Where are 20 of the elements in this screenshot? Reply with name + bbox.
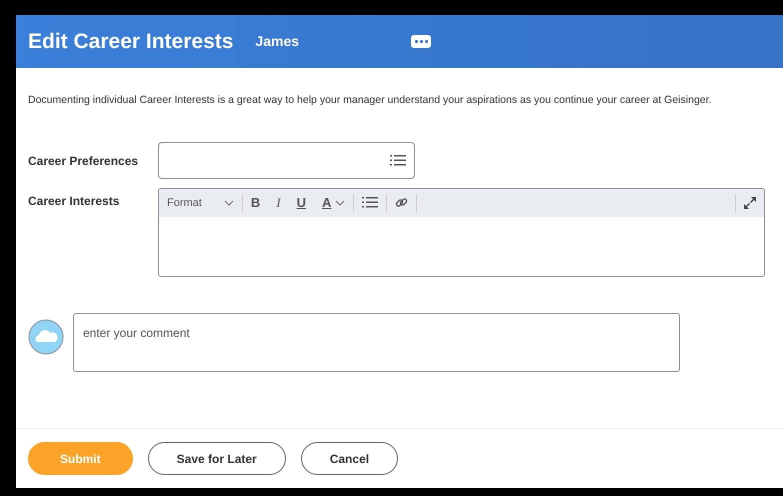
avatar-icon: [28, 319, 64, 356]
action-button[interactable]: Cancel: [300, 442, 398, 475]
list-icon[interactable]: [390, 154, 406, 167]
more-icon[interactable]: [411, 35, 432, 48]
caret-icon[interactable]: [335, 200, 346, 206]
format-dropdown[interactable]: Format: [167, 194, 242, 211]
rich-text-editor[interactable]: Format B I U A: [158, 188, 765, 277]
prompt-field[interactable]: [158, 142, 415, 179]
bold-button[interactable]: B: [242, 193, 268, 212]
field-label: Career Preferences: [28, 152, 140, 170]
field-label: Career Interests: [28, 192, 120, 210]
italic-button[interactable]: I: [268, 193, 289, 212]
underline-button[interactable]: U: [288, 193, 314, 212]
intro-text: Documenting individual Career Interests is a great way to help your manager understand your aspirations as you continue your career at Geisinger.: [28, 93, 712, 108]
caret-icon[interactable]: [224, 200, 234, 206]
action-button[interactable]: Save for Later: [148, 442, 286, 475]
comment-field[interactable]: enter your comment: [73, 312, 680, 372]
user-name: James: [255, 32, 300, 51]
font-color-dropdown[interactable]: A: [314, 193, 354, 212]
page-title: Edit Career Interests: [28, 28, 234, 54]
